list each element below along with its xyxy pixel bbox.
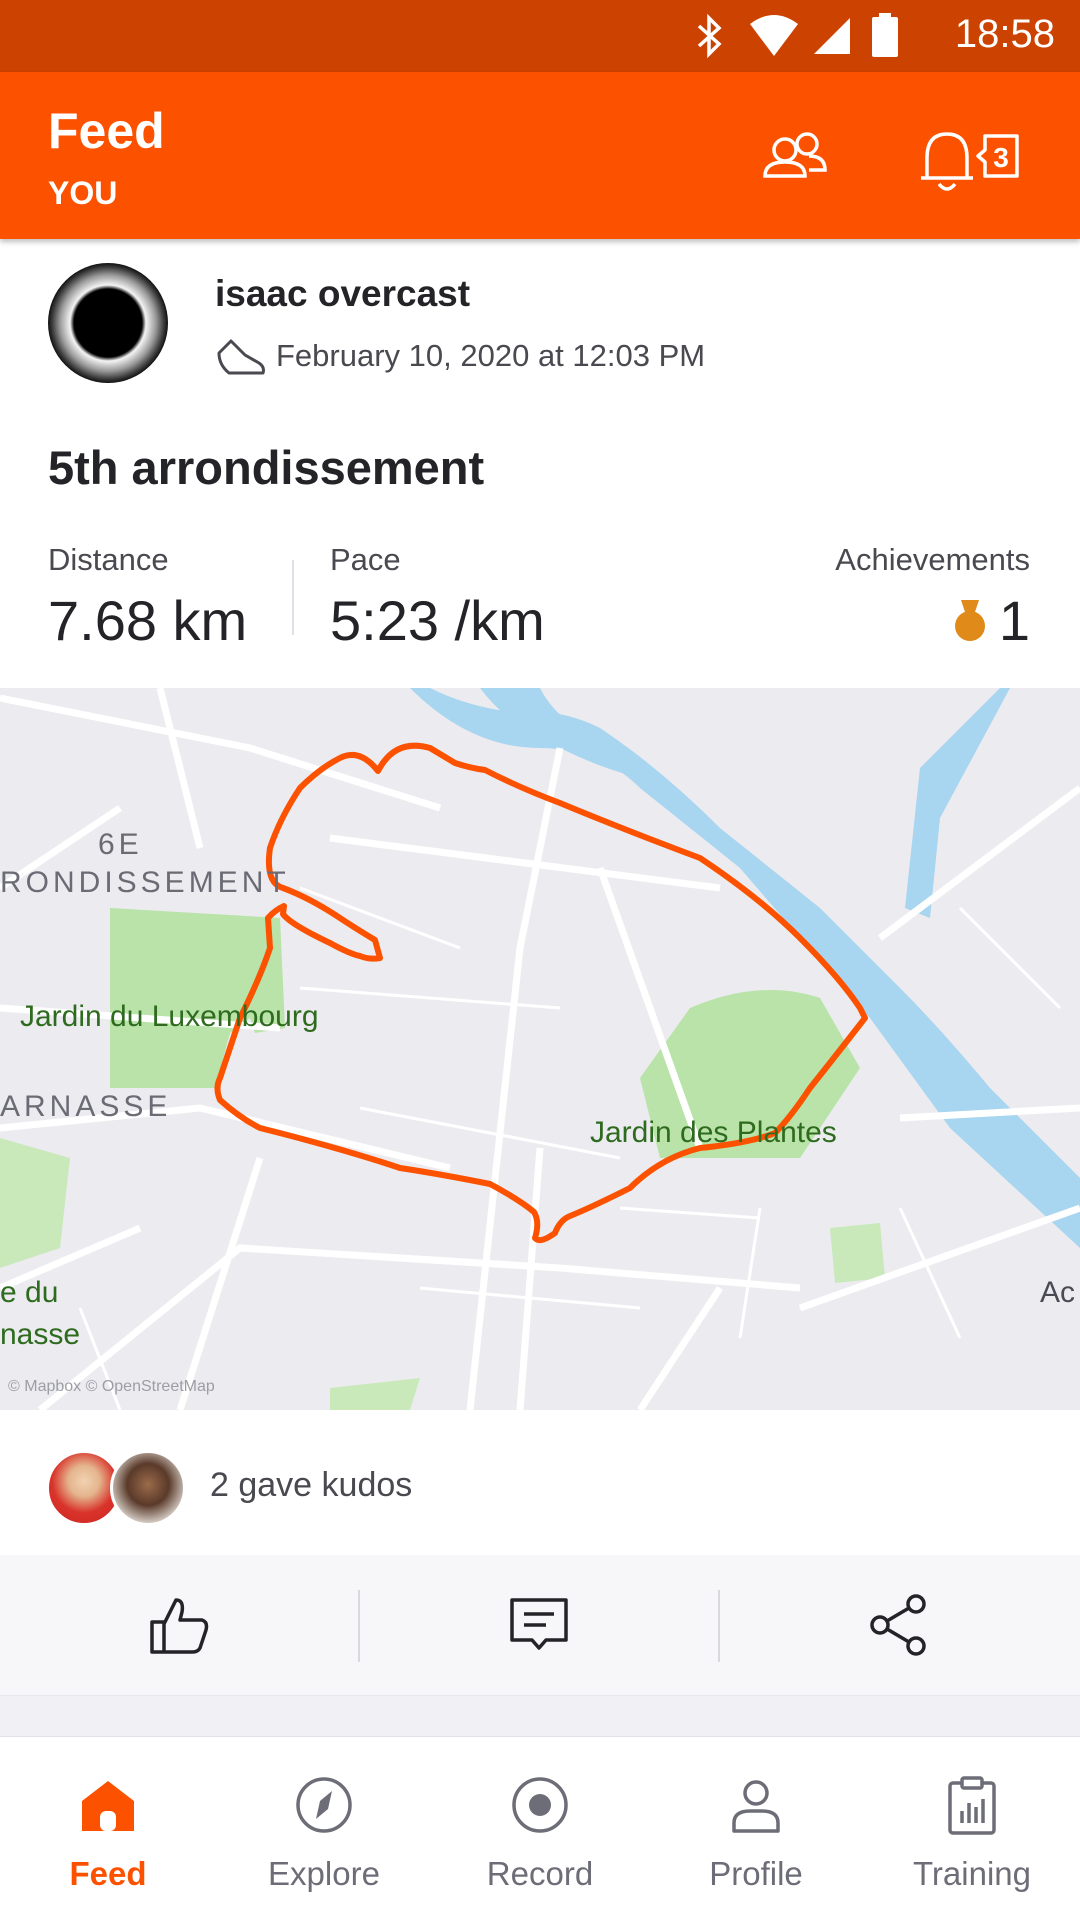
home-icon <box>82 1781 134 1831</box>
pace-value: 5:23 /km <box>330 589 545 652</box>
kudos-avatar-2 <box>110 1450 186 1526</box>
bottom-nav: Feed Explore Record Profile Training <box>0 1736 1080 1921</box>
map-label-right: Ac <box>1040 1276 1076 1309</box>
distance-label: Distance <box>48 542 169 577</box>
tab-profile-label: Profile <box>709 1855 803 1892</box>
battery-icon <box>872 13 898 57</box>
tab-training-label: Training <box>913 1855 1031 1892</box>
park-bottom <box>330 1378 420 1410</box>
park-left <box>0 1138 70 1268</box>
park-luxembourg <box>110 908 285 1088</box>
map-label-left-1: e du <box>0 1276 59 1309</box>
kudos-button[interactable] <box>0 1555 358 1695</box>
park-small <box>830 1223 885 1283</box>
map-label-6e: 6E <box>98 828 143 861</box>
app-header: Feed YOU 3 <box>0 72 1080 239</box>
share-button[interactable] <box>720 1555 1078 1695</box>
tab-record[interactable]: Record <box>432 1737 648 1921</box>
bell-icon: 3 <box>921 132 1019 191</box>
map-label-montparnasse: ARNASSE <box>0 1090 172 1123</box>
compass-icon <box>296 1777 352 1833</box>
page-title: Feed <box>48 103 165 159</box>
medal-icon <box>955 600 985 641</box>
status-bar: 18:58 <box>0 0 1080 72</box>
record-icon <box>512 1777 568 1833</box>
person-icon <box>732 1780 780 1833</box>
activity-datetime: February 10, 2020 at 12:03 PM <box>276 338 706 373</box>
thumbs-up-icon <box>150 1598 209 1654</box>
comment-icon <box>510 1598 568 1650</box>
achievements-label: Achievements <box>835 542 1030 577</box>
find-friends-button[interactable] <box>755 122 835 202</box>
share-icon <box>870 1594 926 1656</box>
tab-feed-label: Feed <box>69 1855 147 1892</box>
tab-feed[interactable]: Feed <box>0 1737 216 1921</box>
map-label-left-2: nasse <box>0 1318 81 1351</box>
map-label-arrondissement: RONDISSEMENT <box>0 866 290 899</box>
comment-button[interactable] <box>360 1555 718 1695</box>
tab-explore[interactable]: Explore <box>216 1737 432 1921</box>
shoe-icon <box>217 339 265 375</box>
map-label-luxembourg: Jardin du Luxembourg <box>20 1000 319 1033</box>
kudos-count: 2 gave kudos <box>210 1466 413 1504</box>
wifi-icon <box>750 15 798 56</box>
stat-divider <box>292 560 294 635</box>
pace-label: Pace <box>330 542 401 577</box>
athlete-name[interactable]: isaac overcast <box>215 273 470 315</box>
cell-signal-icon <box>814 18 850 54</box>
route-map[interactable]: 6E RONDISSEMENT Jardin du Luxembourg ARN… <box>0 688 1080 1410</box>
avatar[interactable] <box>48 263 168 383</box>
feed-filter-you[interactable]: YOU <box>48 175 117 212</box>
tab-profile[interactable]: Profile <box>648 1737 864 1921</box>
tab-training[interactable]: Training <box>864 1737 1080 1921</box>
notifications-button[interactable]: 3 <box>915 122 1035 202</box>
achievements-value: 1 <box>998 589 1030 652</box>
tab-record-label: Record <box>486 1855 594 1892</box>
clock: 18:58 <box>954 12 1055 56</box>
distance-value: 7.68 km <box>48 589 248 652</box>
map-canvas <box>0 688 1080 1410</box>
tab-explore-label: Explore <box>268 1855 380 1892</box>
activity-title[interactable]: 5th arrondissement <box>48 440 484 495</box>
bluetooth-icon <box>697 14 722 58</box>
activity-actions <box>0 1555 1080 1696</box>
people-icon <box>763 132 827 178</box>
feed-separator <box>0 1696 1080 1736</box>
clipboard-chart-icon <box>948 1776 996 1835</box>
kudos-row[interactable]: 2 gave kudos <box>0 1410 1080 1560</box>
map-attribution[interactable]: © Mapbox © OpenStreetMap <box>8 1378 215 1396</box>
notification-count: 3 <box>993 142 1009 173</box>
map-label-plantes: Jardin des Plantes <box>590 1116 837 1149</box>
